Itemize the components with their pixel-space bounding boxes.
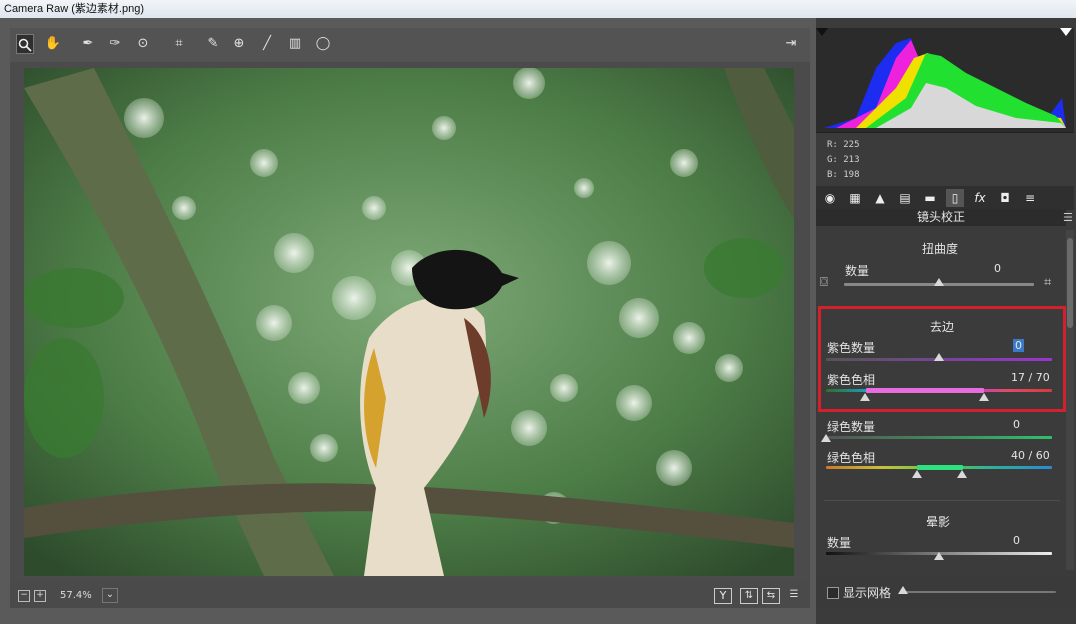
eyedropper-icon: ✒ <box>82 36 94 51</box>
camera-calibration-icon[interactable]: ◘ <box>996 189 1014 207</box>
distortion-amount-label: 数量 <box>845 264 870 278</box>
preview-photo[interactable] <box>24 68 794 576</box>
show-grid-checkbox[interactable] <box>827 587 839 599</box>
zoom-tool-button[interactable] <box>16 34 34 54</box>
green-amount-slider-thumb[interactable] <box>821 434 831 442</box>
before-after-icon: ⇅ <box>744 590 754 601</box>
purple-amount-label: 紫色数量 <box>827 341 876 355</box>
zoom-level[interactable]: 57.4% <box>60 590 92 601</box>
window-title: Camera Raw (紫边素材.png) <box>0 0 1076 18</box>
swap-icon: ⇆ <box>766 590 776 601</box>
green-hue-max-thumb[interactable] <box>957 470 967 478</box>
crop-icon: ⌗ <box>175 36 183 51</box>
green-amount-value[interactable]: 0 <box>1013 418 1020 431</box>
vignette-amount-value[interactable]: 0 <box>1013 534 1020 547</box>
zoom-in-button[interactable]: + <box>34 590 46 602</box>
split-toning-icon[interactable]: ▬ <box>921 189 939 207</box>
purple-hue-value[interactable]: 17 / 70 <box>1011 371 1050 384</box>
r-label: R: <box>827 140 838 150</box>
hand-tool-button[interactable]: ✋ <box>44 34 62 54</box>
spot-removal-tool-button[interactable]: ✎ <box>204 34 222 54</box>
section-divider <box>824 500 1060 501</box>
panel-title: 镜头校正 <box>816 209 1066 226</box>
purple-hue-max-thumb[interactable] <box>979 393 989 401</box>
distortion-heading: 扭曲度 <box>922 242 959 256</box>
detail-icon[interactable]: ▲ <box>871 189 889 207</box>
color-sampler-tool-button[interactable]: ✑ <box>106 34 124 54</box>
show-grid-label: 显示网格 <box>843 586 892 600</box>
distortion-slider-thumb[interactable] <box>934 278 944 286</box>
green-amount-slider[interactable] <box>826 436 1052 439</box>
green-amount-label: 绿色数量 <box>827 420 876 434</box>
purple-hue-label: 紫色色相 <box>827 373 876 387</box>
brush-icon: ╱ <box>263 36 271 51</box>
view-y-button[interactable]: Y <box>714 588 732 604</box>
vignette-amount-label: 数量 <box>827 536 852 550</box>
panel-tabs: ◉ ▦ ▲ ▤ ▬ ▯ fx ◘ ≡ <box>816 186 1074 210</box>
settings-icon: ☰ <box>789 589 799 600</box>
purple-hue-range-fill <box>866 388 984 393</box>
pincushion-icon: ⌗ <box>1044 275 1052 290</box>
presets-icon[interactable]: ≡ <box>1021 189 1039 207</box>
red-eye-tool-button[interactable]: ⊕ <box>230 34 248 54</box>
barrel-icon: ⌼ <box>820 275 828 290</box>
lens-corrections-icon[interactable]: ▯ <box>946 189 964 207</box>
g-value: 213 <box>843 155 860 165</box>
targeted-adjustment-tool-button[interactable]: ⊙ <box>134 34 152 54</box>
red-eye-icon: ⊕ <box>233 36 245 51</box>
open-preferences-icon: ⇥ <box>785 36 797 51</box>
panel-menu-icon[interactable]: ☰ <box>1063 211 1073 224</box>
purple-amount-value[interactable]: 0 <box>1013 339 1024 352</box>
hsl-icon[interactable]: ▤ <box>896 189 914 207</box>
crop-tool-button[interactable]: ⌗ <box>170 34 188 54</box>
graduated-filter-icon: ▥ <box>288 36 302 51</box>
purple-amount-slider-thumb[interactable] <box>934 353 944 361</box>
distortion-amount-value[interactable]: 0 <box>994 262 1001 275</box>
rgb-readout: R: 225 G: 213 B: 198 <box>827 138 860 183</box>
preferences-button[interactable]: ⇥ <box>782 34 800 54</box>
panel-scrollbar[interactable] <box>1066 230 1074 570</box>
vignette-heading: 晕影 <box>926 515 951 529</box>
purple-hue-min-thumb[interactable] <box>860 393 870 401</box>
b-label: B: <box>827 170 838 180</box>
before-after-button[interactable]: ⇅ <box>740 588 758 604</box>
g-label: G: <box>827 155 838 165</box>
hand-icon: ✋ <box>44 36 62 51</box>
graduated-filter-tool-button[interactable]: ▥ <box>286 34 304 54</box>
basic-icon[interactable]: ◉ <box>821 189 839 207</box>
view-settings-button[interactable]: ☰ <box>786 588 802 602</box>
defringe-heading: 去边 <box>930 320 955 334</box>
b-value: 198 <box>843 170 860 180</box>
fx-icon[interactable]: fx <box>971 189 989 207</box>
zoom-out-button[interactable]: − <box>18 590 30 602</box>
swap-button[interactable]: ⇆ <box>762 588 780 604</box>
r-value: 225 <box>843 140 860 150</box>
radial-filter-tool-button[interactable]: ◯ <box>314 34 332 54</box>
targeted-adjustment-icon: ⊙ <box>137 36 149 51</box>
vignette-amount-slider-thumb[interactable] <box>934 552 944 560</box>
tone-curve-icon[interactable]: ▦ <box>846 189 864 207</box>
grid-size-slider-thumb[interactable] <box>898 586 908 594</box>
status-bar: − + 57.4% ⌄ Y ⇅ ⇆ ☰ <box>10 582 810 608</box>
green-hue-label: 绿色色相 <box>827 451 876 465</box>
zoom-dropdown[interactable]: ⌄ <box>102 588 118 603</box>
histogram <box>816 28 1074 133</box>
spot-removal-icon: ✎ <box>207 36 219 51</box>
color-sampler-icon: ✑ <box>109 36 121 51</box>
zoom-icon <box>18 38 32 52</box>
white-balance-tool-button[interactable]: ✒ <box>79 34 97 54</box>
green-hue-min-thumb[interactable] <box>912 470 922 478</box>
bird-photo <box>24 68 794 576</box>
toolbar <box>10 28 810 62</box>
adjustment-brush-tool-button[interactable]: ╱ <box>258 34 276 54</box>
grid-size-slider[interactable] <box>902 591 1056 593</box>
green-hue-value[interactable]: 40 / 60 <box>1011 449 1050 462</box>
radial-filter-icon: ◯ <box>315 36 331 51</box>
